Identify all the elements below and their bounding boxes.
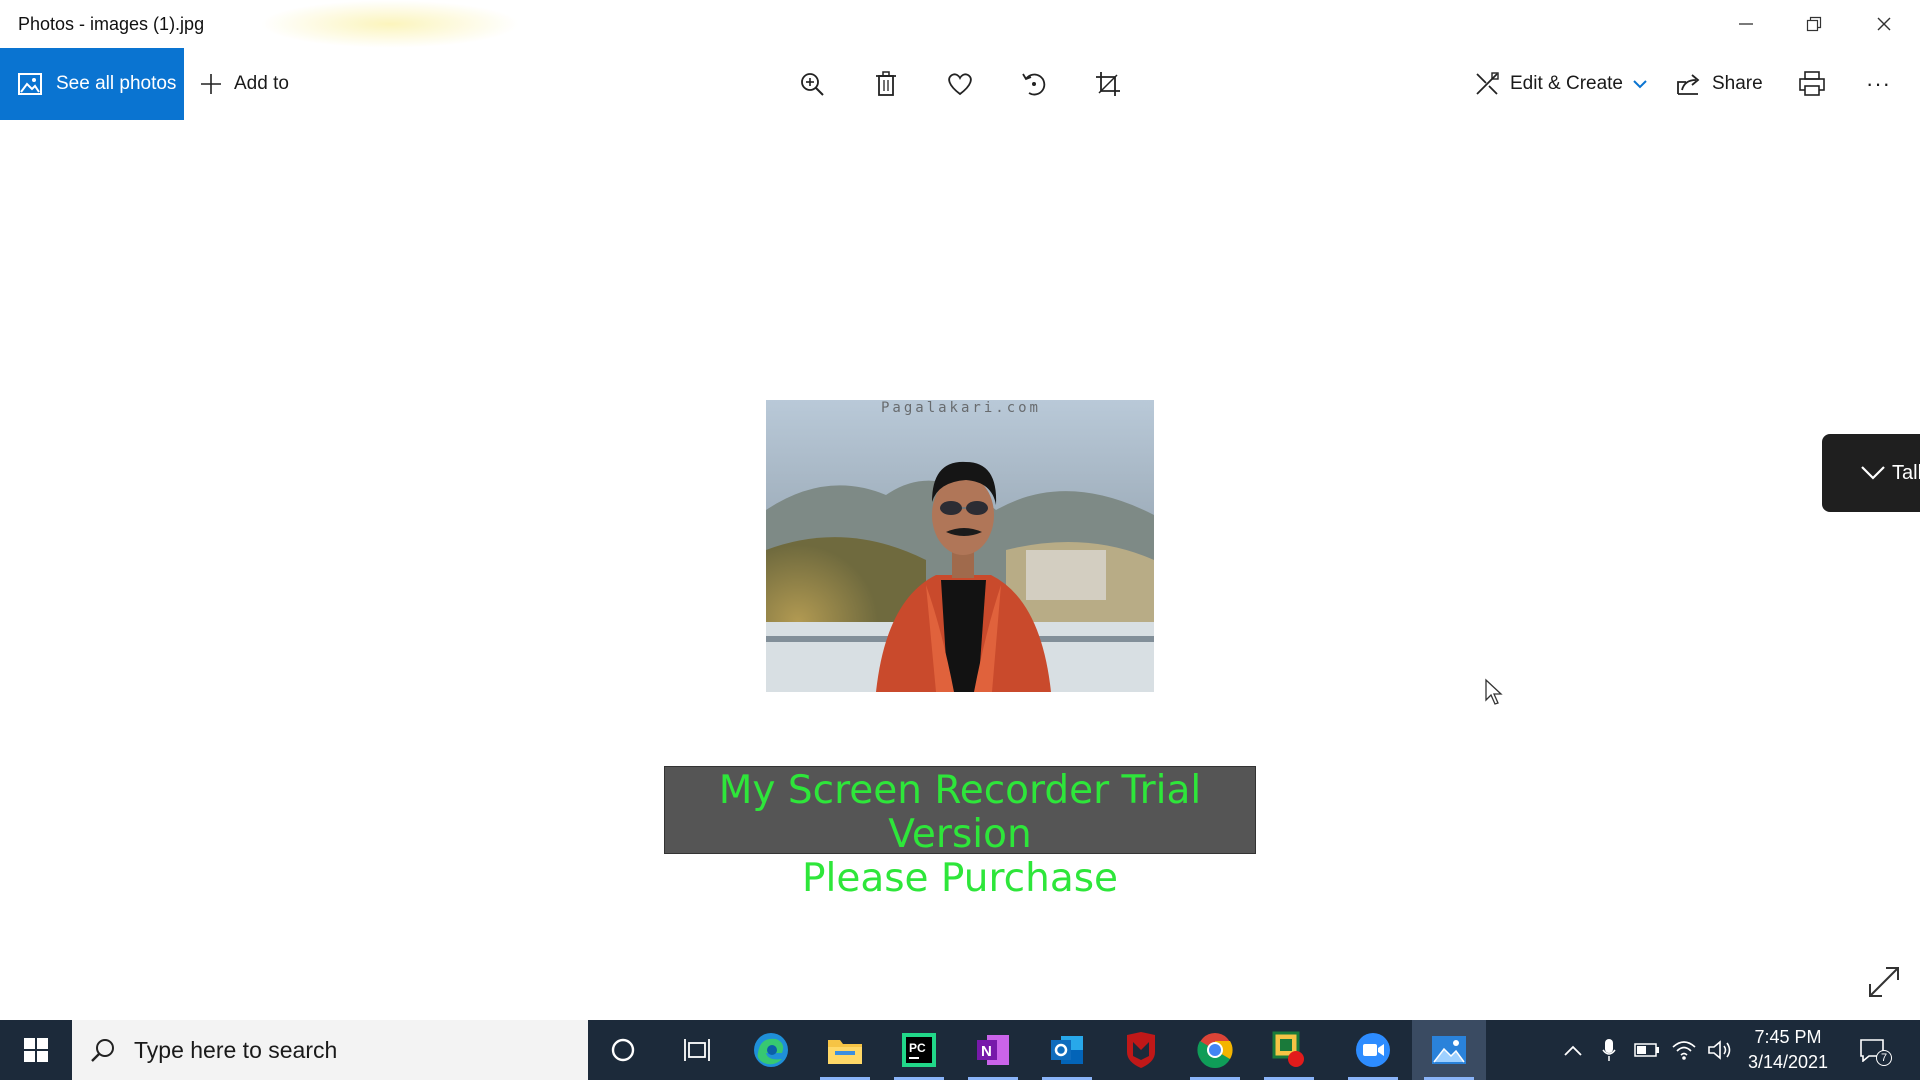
add-to-button[interactable]: Add to [200, 48, 289, 120]
recorder-line-1: My Screen Recorder Trial Version [718, 768, 1202, 857]
add-to-label: Add to [234, 73, 289, 94]
print-icon [1799, 71, 1825, 96]
edit-create-button[interactable]: Edit & Create [1474, 48, 1647, 120]
search-placeholder: Type here to search [134, 1036, 338, 1063]
outlook-icon [1051, 1036, 1083, 1064]
close-icon [1877, 17, 1891, 31]
svg-text:PC: PC [909, 1041, 926, 1055]
microphone-icon [1602, 1039, 1616, 1061]
photo-watermark: Pagalakari.com [880, 400, 1041, 416]
taskbar-photos[interactable] [1412, 1020, 1486, 1080]
title-glow [260, 0, 520, 48]
fullscreen-button[interactable] [1866, 964, 1906, 1004]
zoom-button[interactable] [792, 64, 832, 104]
search-icon [91, 1039, 114, 1062]
show-hidden-icons-button[interactable] [1558, 1020, 1588, 1080]
taskbar-outlook[interactable] [1030, 1020, 1104, 1080]
microphone-tray[interactable] [1594, 1020, 1624, 1080]
restore-icon [1806, 16, 1822, 32]
displayed-photo[interactable]: Pagalakari.com [766, 400, 1154, 692]
taskbar-clock[interactable]: 7:45 PM 3/14/2021 [1736, 1020, 1840, 1080]
recorder-line-2: Please Purchase [801, 856, 1119, 901]
mouse-cursor [1484, 678, 1504, 711]
rotate-button[interactable] [1014, 64, 1054, 104]
zoom-icon [801, 73, 824, 96]
talk-label: Talk [1892, 461, 1920, 484]
cursor-icon [1485, 678, 1503, 705]
chevron-down-icon [1861, 466, 1885, 480]
taskbar-search-box[interactable]: Type here to search [72, 1020, 588, 1080]
onenote-icon: N [977, 1035, 1009, 1065]
share-icon [1677, 74, 1700, 95]
restore-button[interactable] [1780, 0, 1848, 48]
taskbar: Type here to search PC N 7:45 PM 3/14/20… [0, 1020, 1920, 1080]
notification-count: 7 [1876, 1050, 1892, 1066]
taskbar-onenote[interactable]: N [956, 1020, 1030, 1080]
cortana-icon [611, 1038, 635, 1062]
svg-text:N: N [981, 1043, 992, 1060]
battery-tray[interactable] [1630, 1020, 1664, 1080]
screen-recorder-icon [1272, 1031, 1304, 1067]
task-view-button[interactable] [660, 1020, 734, 1080]
chevron-up-icon [1564, 1045, 1582, 1056]
delete-button[interactable] [866, 64, 906, 104]
title-bar: Photos - images (1).jpg [0, 0, 1920, 48]
print-button[interactable] [1792, 64, 1832, 104]
action-center-button[interactable]: 7 [1848, 1020, 1896, 1080]
plus-icon [201, 74, 221, 94]
minimize-icon [1739, 23, 1753, 25]
edit-create-label: Edit & Create [1510, 73, 1623, 94]
start-button[interactable] [0, 1020, 72, 1080]
heart-icon [948, 73, 972, 96]
taskbar-mcafee[interactable] [1104, 1020, 1178, 1080]
window-title: Photos - images (1).jpg [18, 14, 205, 34]
photo-image [766, 400, 1154, 692]
battery-icon [1634, 1043, 1659, 1057]
clock-date: 3/14/2021 [1747, 1052, 1829, 1072]
taskbar-chrome[interactable] [1178, 1020, 1252, 1080]
network-tray[interactable] [1668, 1020, 1700, 1080]
crop-icon [1096, 72, 1120, 96]
taskbar-zoom[interactable] [1336, 1020, 1410, 1080]
favorite-button[interactable] [940, 64, 980, 104]
zoom-meeting-icon [1356, 1033, 1390, 1067]
delete-icon [876, 71, 896, 96]
see-all-photos-label: See all photos [56, 73, 177, 94]
rotate-icon [1022, 73, 1046, 96]
share-button[interactable]: Share [1676, 48, 1763, 120]
expand-icon [1869, 967, 1899, 997]
close-button[interactable] [1850, 0, 1918, 48]
windows-icon [24, 1038, 48, 1062]
edit-create-icon [1476, 72, 1499, 95]
minimize-button[interactable] [1712, 0, 1780, 48]
crop-button[interactable] [1088, 64, 1128, 104]
mcafee-icon [1127, 1032, 1155, 1068]
taskbar-pycharm[interactable]: PC [882, 1020, 956, 1080]
more-options-button[interactable]: ··· [1866, 48, 1891, 120]
share-label: Share [1712, 73, 1763, 94]
chrome-icon [1197, 1033, 1233, 1068]
wifi-icon [1672, 1041, 1696, 1060]
talk-panel-button[interactable]: Talk [1822, 434, 1920, 512]
edge-icon [754, 1033, 788, 1067]
more-icon: ··· [1866, 71, 1891, 96]
app-toolbar: See all photos Add to Edit & Create Shar… [0, 48, 1920, 120]
task-view-icon [684, 1039, 710, 1061]
taskbar-file-explorer[interactable] [808, 1020, 882, 1080]
gallery-icon [18, 73, 42, 95]
recorder-trial-banner: My Screen Recorder Trial Version Please … [664, 766, 1256, 901]
chevron-down-icon [1633, 80, 1647, 89]
volume-icon [1708, 1040, 1731, 1060]
see-all-photos-button[interactable]: See all photos [0, 48, 184, 120]
photos-icon [1432, 1036, 1466, 1064]
cortana-button[interactable] [586, 1020, 660, 1080]
pycharm-icon: PC [902, 1033, 936, 1067]
folder-icon [828, 1040, 862, 1064]
taskbar-edge[interactable] [734, 1020, 808, 1080]
taskbar-screen-recorder[interactable] [1252, 1020, 1326, 1080]
volume-tray[interactable] [1704, 1020, 1736, 1080]
clock-time: 7:45 PM [1754, 1027, 1822, 1047]
